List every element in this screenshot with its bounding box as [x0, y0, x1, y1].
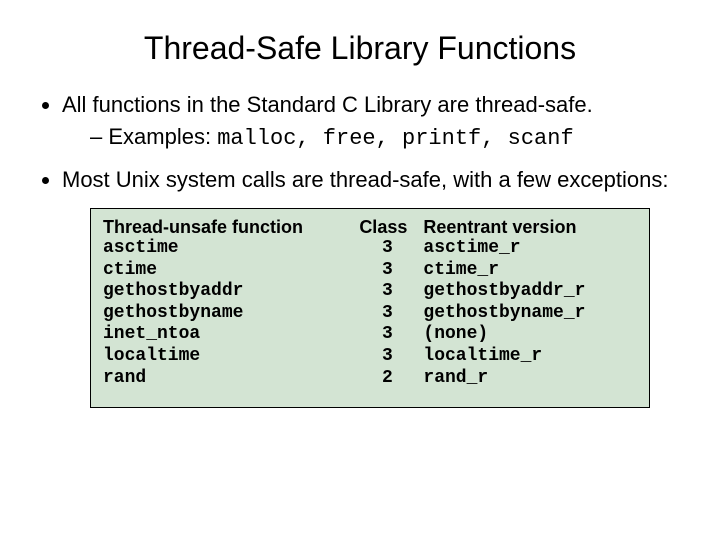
table-row: asctime 3 asctime_r	[103, 238, 637, 260]
unsafe-functions-table-box: Thread-unsafe function Class Reentrant v…	[90, 208, 650, 409]
table-row: rand 2 rand_r	[103, 368, 637, 390]
header-func: Thread-unsafe function	[103, 217, 359, 239]
cell-class: 3	[359, 260, 423, 282]
bullet-1-sub: Examples: malloc, free, printf, scanf	[90, 123, 680, 153]
table-row: gethostbyaddr 3 gethostbyaddr_r	[103, 281, 637, 303]
cell-class: 3	[359, 346, 423, 368]
cell-func: localtime	[103, 346, 359, 368]
cell-func: rand	[103, 368, 359, 390]
cell-class: 3	[359, 303, 423, 325]
cell-func: gethostbyaddr	[103, 281, 359, 303]
header-reentrant: Reentrant version	[423, 217, 637, 239]
bullet-2: Most Unix system calls are thread-safe, …	[62, 166, 680, 194]
cell-reentrant: (none)	[423, 324, 637, 346]
cell-reentrant: ctime_r	[423, 260, 637, 282]
cell-class: 3	[359, 281, 423, 303]
bullet-2-text: Most Unix system calls are thread-safe, …	[62, 167, 668, 192]
cell-reentrant: localtime_r	[423, 346, 637, 368]
table-row: gethostbyname 3 gethostbyname_r	[103, 303, 637, 325]
bullet-list: All functions in the Standard C Library …	[40, 91, 680, 194]
cell-class: 3	[359, 324, 423, 346]
bullet-1-sublist: Examples: malloc, free, printf, scanf	[62, 123, 680, 153]
cell-reentrant: gethostbyaddr_r	[423, 281, 637, 303]
cell-class: 3	[359, 238, 423, 260]
cell-func: asctime	[103, 238, 359, 260]
cell-class: 2	[359, 368, 423, 390]
cell-reentrant: asctime_r	[423, 238, 637, 260]
table-row: inet_ntoa 3 (none)	[103, 324, 637, 346]
slide: Thread-Safe Library Functions All functi…	[0, 0, 720, 540]
cell-func: gethostbyname	[103, 303, 359, 325]
header-class: Class	[359, 217, 423, 239]
slide-title: Thread-Safe Library Functions	[40, 30, 680, 67]
table-row: ctime 3 ctime_r	[103, 260, 637, 282]
bullet-1: All functions in the Standard C Library …	[62, 91, 680, 152]
bullet-1-text: All functions in the Standard C Library …	[62, 92, 593, 117]
table-row: localtime 3 localtime_r	[103, 346, 637, 368]
cell-reentrant: gethostbyname_r	[423, 303, 637, 325]
bullet-1-sub-label: Examples:	[108, 124, 217, 149]
unsafe-functions-table: Thread-unsafe function Class Reentrant v…	[103, 217, 637, 390]
cell-reentrant: rand_r	[423, 368, 637, 390]
table-header-row: Thread-unsafe function Class Reentrant v…	[103, 217, 637, 239]
cell-func: inet_ntoa	[103, 324, 359, 346]
bullet-1-sub-code: malloc, free, printf, scanf	[217, 126, 573, 151]
cell-func: ctime	[103, 260, 359, 282]
